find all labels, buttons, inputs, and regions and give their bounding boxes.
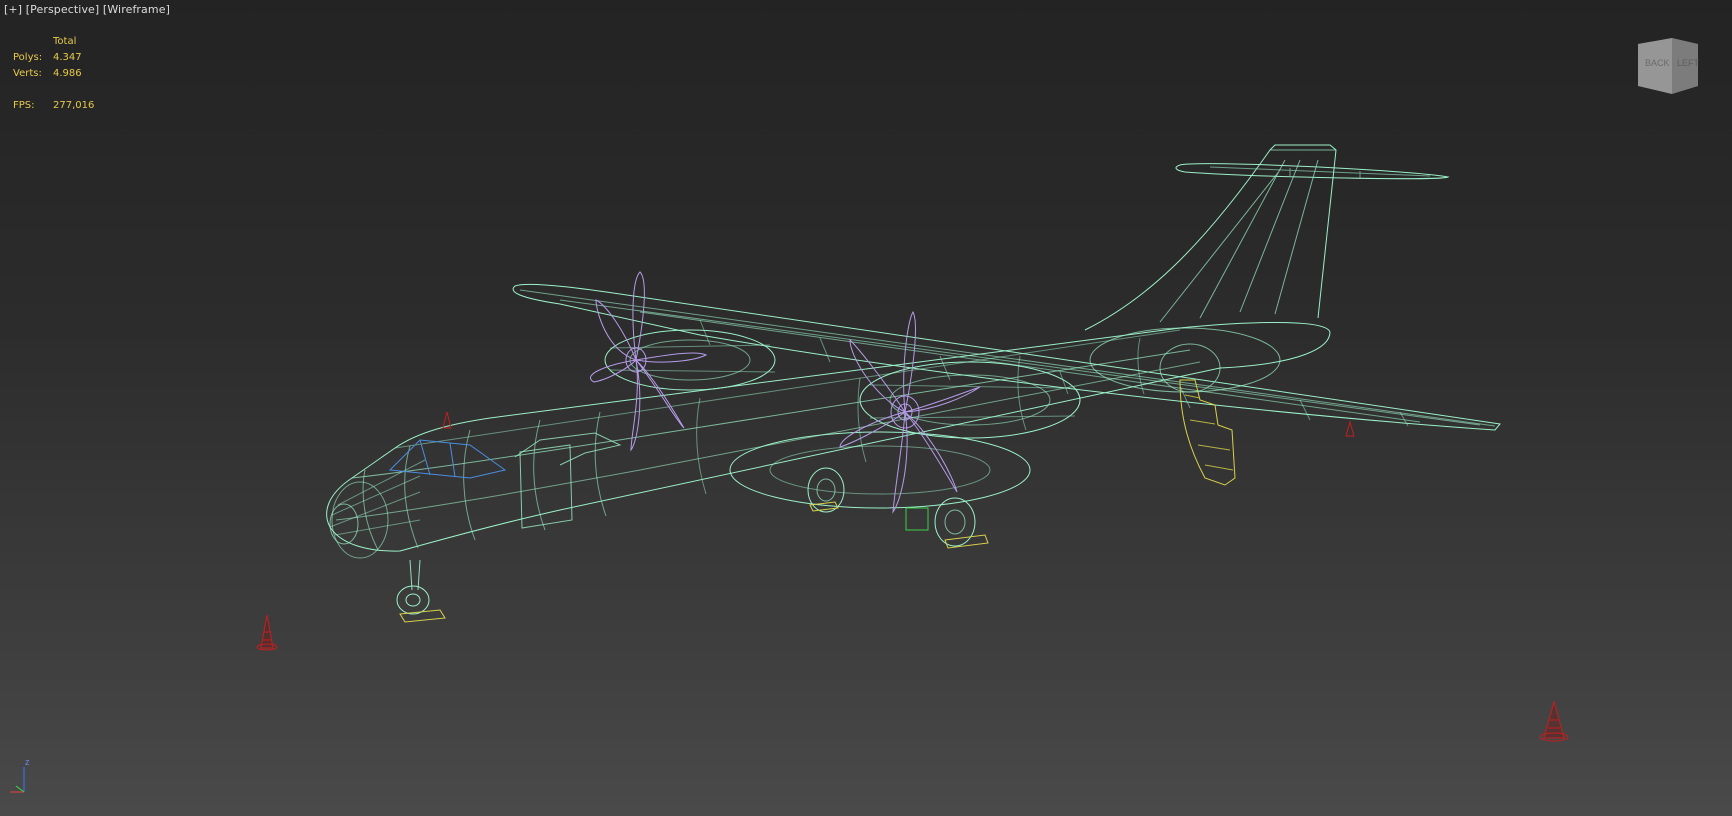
axis-gizmo: z [10, 757, 30, 793]
vertical-stabilizer [1084, 144, 1337, 331]
cone-wingtip [1345, 420, 1355, 437]
cone-left [256, 614, 278, 651]
left-propeller [590, 271, 708, 452]
safety-cones[interactable] [256, 411, 1569, 742]
viewport-scene[interactable] [0, 0, 1732, 816]
ground-equipment [399, 379, 1236, 623]
aircraft-wireframe[interactable] [326, 144, 1501, 615]
right-propeller [839, 310, 981, 514]
nose-wheel [396, 585, 430, 615]
z-axis-label: z [25, 757, 30, 767]
landing-gear-pod [729, 431, 1031, 509]
cone-right [1539, 700, 1569, 742]
